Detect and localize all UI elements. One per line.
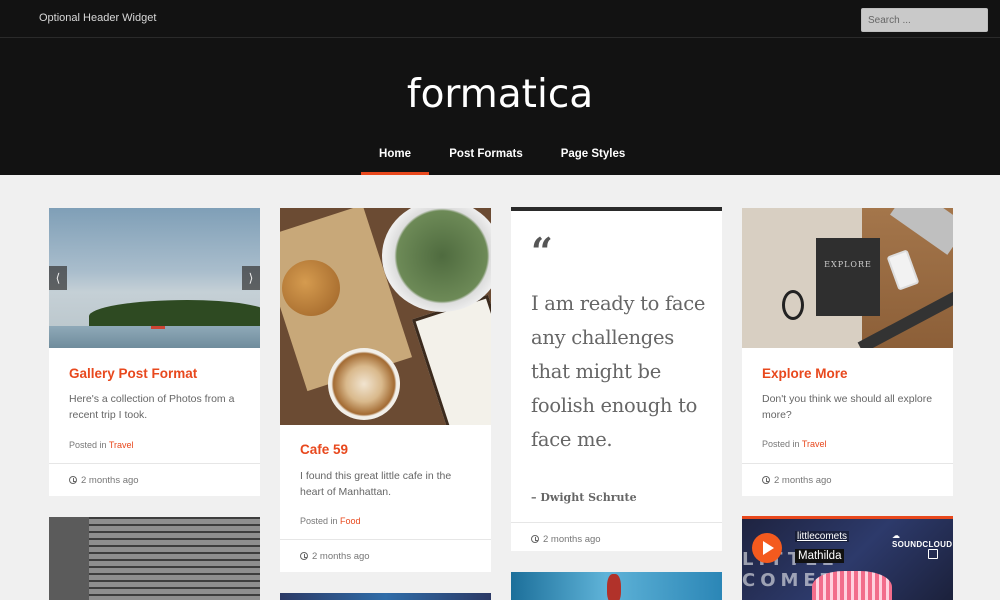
- soundcloud-embed[interactable]: LITTLE COMETS littlecomets Mathilda ☁ SO…: [742, 519, 953, 600]
- nav-item-home[interactable]: Home: [361, 148, 429, 175]
- share-icon[interactable]: [928, 549, 938, 559]
- book-cover-text: EXPLORE: [824, 260, 872, 269]
- post-date: 2 months ago: [531, 534, 601, 545]
- post-card-cafe: Cafe 59 I found this great little cafe i…: [280, 208, 491, 572]
- post-date: 2 months ago: [762, 475, 832, 486]
- post-card-partial: [280, 593, 491, 600]
- clock-icon: [531, 535, 539, 543]
- post-date-text: 2 months ago: [774, 475, 832, 486]
- muffin-shape: [282, 260, 340, 316]
- camera-strap-shape: [782, 290, 804, 320]
- latte-cup-shape: [328, 348, 400, 420]
- concert-featured-image[interactable]: [511, 572, 722, 600]
- post-date: 2 months ago: [300, 551, 370, 562]
- post-footer: 2 months ago: [742, 463, 953, 496]
- category-link[interactable]: Travel: [802, 439, 827, 449]
- logo-text-suffix: ca: [547, 72, 594, 117]
- post-footer: 2 months ago: [49, 463, 260, 496]
- top-bar: Optional Header Widget: [0, 0, 1000, 38]
- post-excerpt: Don't you think we should all explore mo…: [762, 393, 933, 421]
- post-excerpt: Here's a collection of Photos from a rec…: [69, 393, 235, 421]
- post-footer: 2 months ago: [280, 539, 491, 572]
- performer-shape: [607, 574, 621, 600]
- soundcloud-logo[interactable]: ☁ SOUNDCLOUD: [892, 531, 953, 549]
- post-title[interactable]: Cafe 59: [300, 442, 348, 457]
- post-date-text: 2 months ago: [312, 551, 370, 562]
- post-card-building: [49, 517, 260, 600]
- building-featured-image[interactable]: [49, 517, 260, 600]
- cafe-featured-image[interactable]: [280, 208, 491, 425]
- soundcloud-track-title[interactable]: Mathilda: [795, 549, 845, 563]
- play-button[interactable]: [752, 533, 782, 563]
- slider-prev-button[interactable]: ⟨: [49, 266, 67, 290]
- site-header: formatica Home Post Formats Page Styles: [0, 38, 1000, 175]
- post-date: 2 months ago: [69, 475, 139, 486]
- post-date-text: 2 months ago: [543, 534, 601, 545]
- category-link[interactable]: Food: [340, 516, 361, 526]
- post-date-text: 2 months ago: [81, 475, 139, 486]
- quote-text: I am ready to face any challenges that m…: [531, 292, 706, 451]
- clock-icon: [300, 552, 308, 560]
- water-shape: [49, 326, 260, 348]
- book-shape: EXPLORE: [816, 238, 880, 316]
- nav-item-page-styles[interactable]: Page Styles: [548, 148, 638, 175]
- partial-featured-image[interactable]: [280, 593, 491, 600]
- clipboard-shape: [411, 294, 491, 425]
- post-card-quote: “ I am ready to face any challenges that…: [511, 207, 722, 551]
- logo-text-prefix: formati: [406, 72, 548, 117]
- post-title[interactable]: Gallery Post Format: [69, 366, 197, 381]
- clock-icon: [69, 476, 77, 484]
- site-logo[interactable]: formatica: [0, 72, 1000, 117]
- soundcloud-user-link[interactable]: littlecomets: [795, 531, 850, 542]
- nav-item-post-formats[interactable]: Post Formats: [437, 148, 535, 175]
- post-excerpt: I found this great little cafe in the he…: [300, 470, 452, 498]
- header-widget-text: Optional Header Widget: [39, 12, 157, 24]
- posted-in-label: Posted in: [69, 440, 107, 450]
- explore-featured-image[interactable]: EXPLORE: [742, 208, 953, 348]
- post-title[interactable]: Explore More: [762, 366, 848, 381]
- post-card-gallery: ⟨ ⟩ Gallery Post Format Here's a collect…: [49, 208, 260, 496]
- post-footer: 2 months ago: [511, 522, 722, 551]
- search-input[interactable]: [861, 8, 988, 32]
- quote-author: – Dwight Schrute: [531, 491, 637, 504]
- succulent-pot-shape: [382, 208, 491, 312]
- album-art-shape: [812, 571, 892, 600]
- posted-in-label: Posted in: [762, 439, 800, 449]
- post-card-concert: [511, 572, 722, 600]
- post-category: Posted in Travel: [69, 440, 134, 450]
- post-card-explore: EXPLORE Explore More Don't you think we …: [742, 208, 953, 496]
- slider-next-button[interactable]: ⟩: [242, 266, 260, 290]
- building-pillar-shape: [49, 517, 89, 600]
- post-card-audio: LITTLE COMETS littlecomets Mathilda ☁ SO…: [742, 516, 953, 600]
- category-link[interactable]: Travel: [109, 440, 134, 450]
- clock-icon: [762, 476, 770, 484]
- boat-shape: [151, 326, 165, 329]
- main-nav: Home Post Formats Page Styles: [0, 148, 1000, 175]
- gallery-slider-image[interactable]: [49, 208, 260, 348]
- posted-in-label: Posted in: [300, 516, 338, 526]
- post-category: Posted in Travel: [762, 439, 827, 449]
- post-category: Posted in Food: [300, 516, 361, 526]
- quote-icon: “: [531, 229, 553, 274]
